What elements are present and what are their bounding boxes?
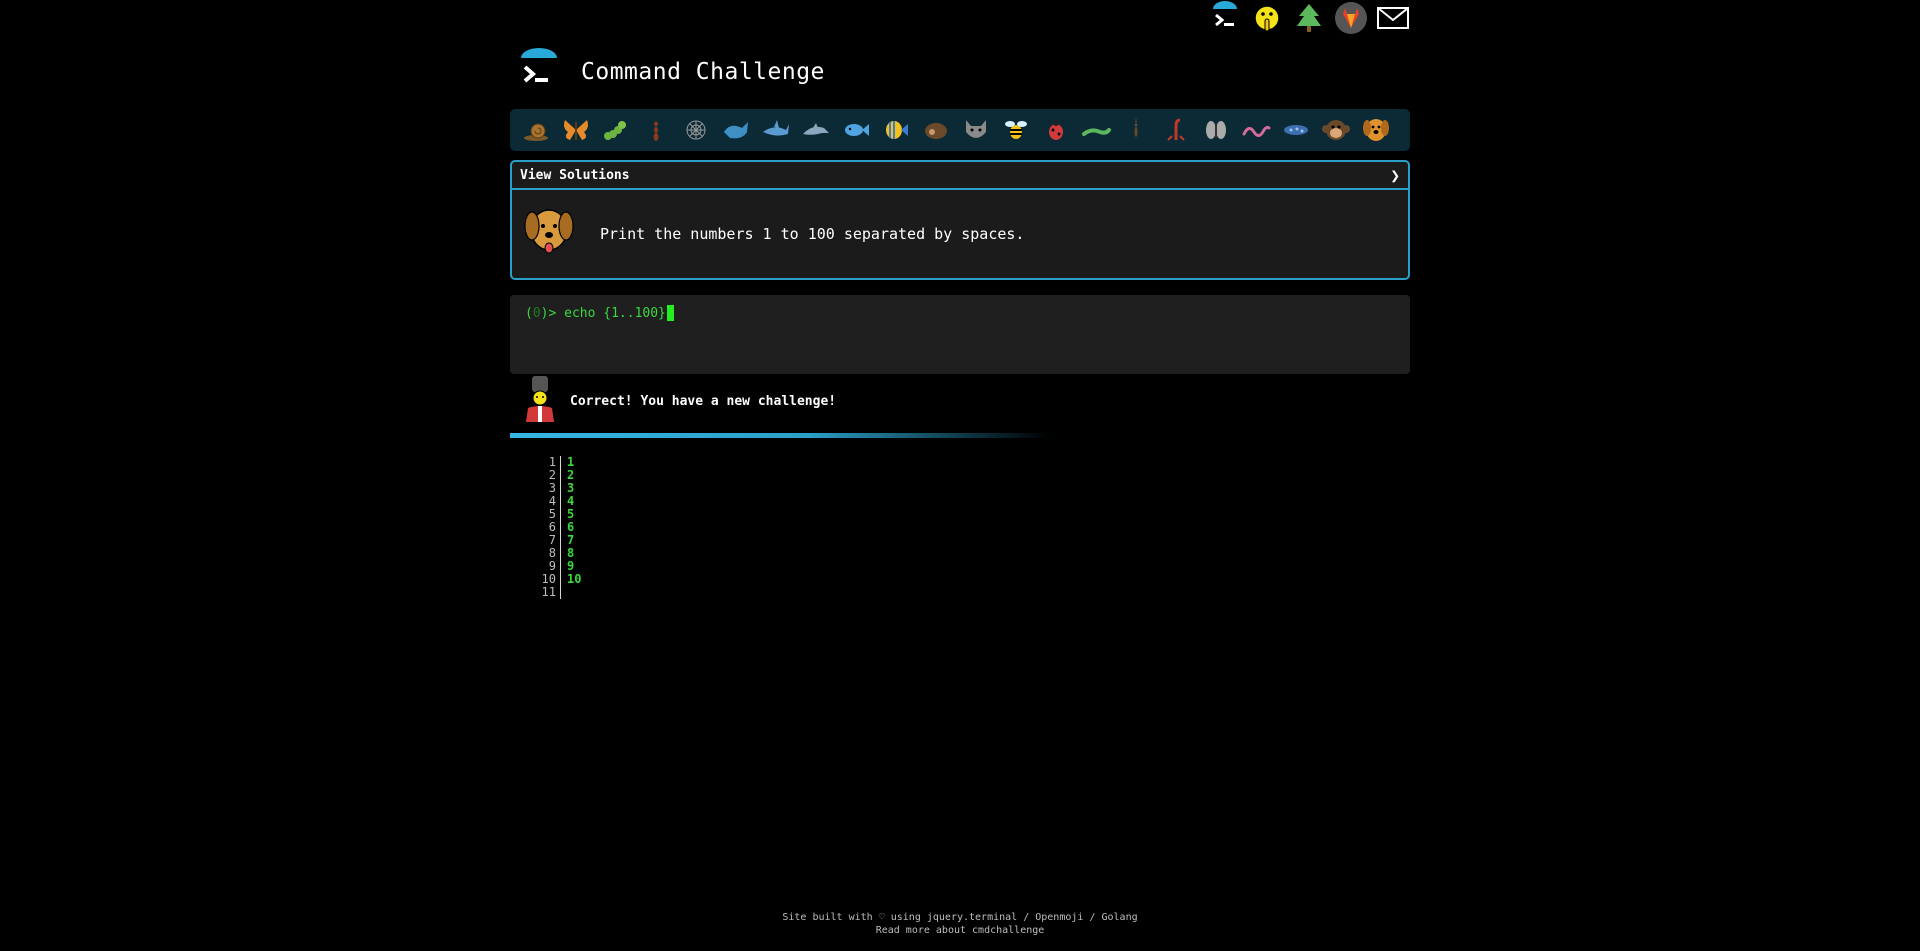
snail-icon[interactable] (516, 110, 556, 150)
guard-icon (522, 376, 558, 426)
footer: Site built with ♡ using jquery.terminal … (0, 911, 1920, 937)
view-solutions-toggle[interactable]: View Solutions ❯ (512, 162, 1408, 190)
progress-divider (510, 433, 1050, 438)
fly-icon[interactable] (1196, 110, 1236, 150)
footer-prefix: Site built with ♡ using (782, 912, 927, 923)
openmoji-link[interactable]: Openmoji (1035, 912, 1083, 923)
dog-icon[interactable] (1356, 110, 1396, 150)
line-number: 11 (520, 586, 561, 599)
footer-line-2: Read more about cmdchallenge (0, 924, 1920, 937)
microbe-icon[interactable] (1276, 110, 1316, 150)
site-header: Command Challenge (515, 48, 825, 96)
hedgehog-icon[interactable] (916, 110, 956, 150)
evergreen-tree-icon[interactable] (1292, 1, 1326, 35)
terminal[interactable]: (0)> echo {1..100} (510, 295, 1410, 374)
output-value (561, 586, 567, 599)
shushing-face-icon[interactable] (1250, 1, 1284, 35)
prompt-close: )> (540, 305, 565, 321)
view-solutions-label: View Solutions (520, 167, 630, 183)
ladybug-icon[interactable] (1036, 110, 1076, 150)
whale-icon[interactable] (716, 110, 756, 150)
footer-separator: / (1083, 912, 1102, 923)
mail-icon[interactable] (1376, 1, 1410, 35)
spider-web-icon[interactable] (676, 110, 716, 150)
bee-icon[interactable] (996, 110, 1036, 150)
result-text: Correct! You have a new challenge! (570, 393, 837, 409)
dolphin-icon[interactable] (796, 110, 836, 150)
command-input[interactable]: echo {1..100} (564, 306, 666, 321)
lizard-icon[interactable] (1076, 110, 1116, 150)
prompt-status: 0 (532, 305, 541, 321)
terminal-prompt-line[interactable]: (0)> echo {1..100} (525, 305, 1395, 321)
cmdchallenge-logo-icon[interactable] (515, 48, 563, 96)
fish-icon[interactable] (836, 110, 876, 150)
worm-icon[interactable] (1236, 110, 1276, 150)
golang-link[interactable]: Golang (1101, 912, 1137, 923)
scorpion-icon[interactable] (1156, 110, 1196, 150)
output-line: 11 (520, 586, 581, 599)
challenge-panel: View Solutions ❯ Print the numbers 1 to … (510, 160, 1410, 280)
footer-line-1: Site built with ♡ using jquery.terminal … (0, 911, 1920, 924)
jquery-terminal-link[interactable]: jquery.terminal (927, 912, 1017, 923)
result-message: Correct! You have a new challenge! (522, 376, 836, 426)
challenge-description: Print the numbers 1 to 100 separated by … (600, 225, 1025, 243)
monkey-icon[interactable] (1316, 110, 1356, 150)
tropical-fish-icon[interactable] (876, 110, 916, 150)
footer-separator: / (1017, 912, 1036, 923)
mosquito-icon[interactable] (1116, 110, 1156, 150)
ant-icon[interactable] (636, 110, 676, 150)
terminal-cursor (666, 305, 674, 321)
prompt-open: ( (525, 305, 533, 321)
output-value: 10 (567, 572, 582, 586)
caterpillar-icon[interactable] (596, 110, 636, 150)
butterfly-icon[interactable] (556, 110, 596, 150)
about-link[interactable]: Read more about cmdchallenge (876, 925, 1045, 936)
gitlab-icon[interactable] (1334, 1, 1368, 35)
wolf-icon[interactable] (956, 110, 996, 150)
top-icon-bar (1208, 0, 1410, 36)
challenge-icon-bar (510, 109, 1410, 151)
dog-face-icon (520, 206, 578, 262)
command-output: 1 1 2 2 3 3 4 4 5 5 6 6 7 7 8 8 9 9 10 10 11 (520, 456, 581, 599)
cmdchallenge-icon[interactable] (1208, 1, 1242, 35)
shark-icon[interactable] (756, 110, 796, 150)
challenge-body: Print the numbers 1 to 100 separated by … (512, 190, 1408, 278)
site-title[interactable]: Command Challenge (581, 59, 825, 85)
chevron-right-icon[interactable]: ❯ (1390, 166, 1400, 185)
